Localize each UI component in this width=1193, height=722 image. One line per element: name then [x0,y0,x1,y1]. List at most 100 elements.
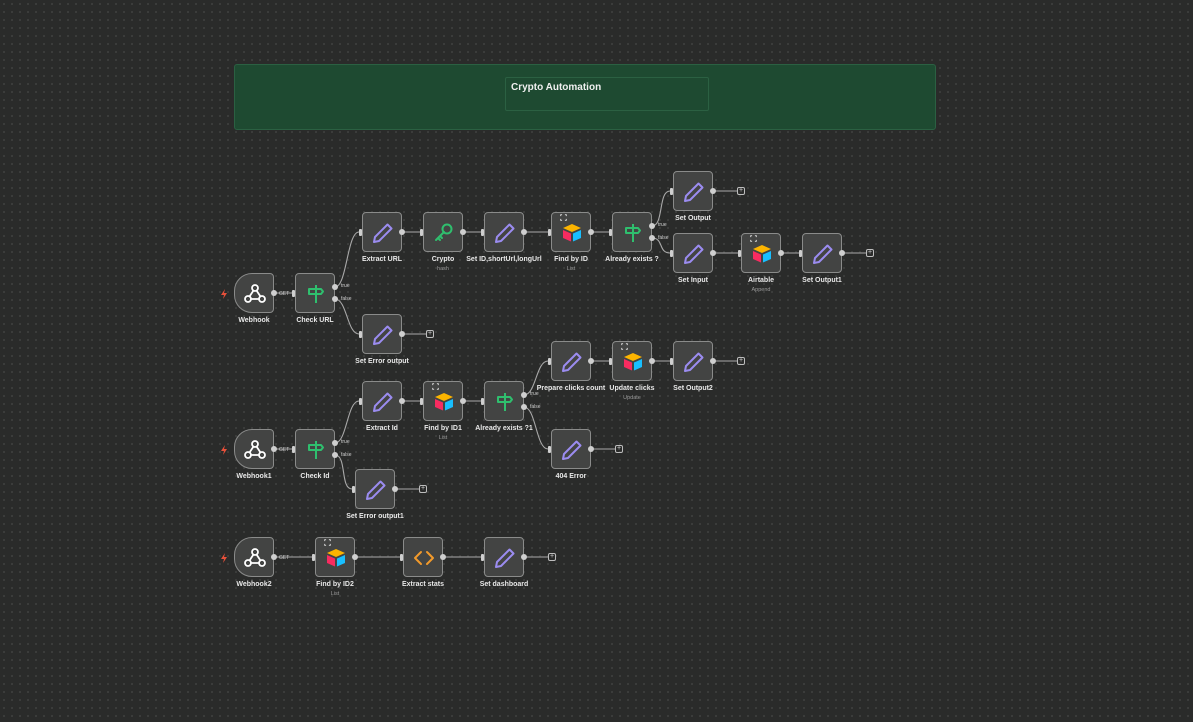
output-port-false[interactable] [332,296,338,302]
input-port[interactable] [359,331,362,338]
output-port[interactable] [399,229,405,235]
node-find-by-id2[interactable] [315,537,355,577]
input-port[interactable] [420,398,423,405]
input-port[interactable] [359,229,362,236]
input-port[interactable] [609,229,612,236]
node-error-404[interactable] [551,429,591,469]
input-port[interactable] [738,250,741,257]
node-check-id[interactable] [295,429,335,469]
false-branch-label: false [658,235,669,241]
output-port-false[interactable] [521,404,527,410]
output-port[interactable] [710,250,716,256]
input-port[interactable] [799,250,802,257]
output-port[interactable] [399,331,405,337]
node-webhook1[interactable] [234,429,274,469]
node-find-by-id[interactable] [551,212,591,252]
output-port[interactable] [588,358,594,364]
node-set-output1[interactable] [802,233,842,273]
sticky-note[interactable]: Crypto Automation [234,64,936,130]
input-port[interactable] [312,554,315,561]
input-port[interactable] [670,188,673,195]
output-port-true[interactable] [521,392,527,398]
output-port[interactable] [271,554,277,560]
add-node-button[interactable]: + [866,249,874,257]
add-node-button[interactable]: + [615,445,623,453]
input-port[interactable] [481,229,484,236]
input-port[interactable] [548,229,551,236]
output-port-true[interactable] [649,223,655,229]
node-update-clicks[interactable] [612,341,652,381]
sticky-note-title: Crypto Automation [511,82,602,93]
input-port[interactable] [352,486,355,493]
input-port[interactable] [400,554,403,561]
input-port[interactable] [670,358,673,365]
output-port[interactable] [271,290,277,296]
if-icon [308,285,324,303]
node-label: Set Output2 [673,385,713,392]
connection-line[interactable] [334,400,360,444]
output-port[interactable] [710,188,716,194]
input-port[interactable] [548,446,551,453]
add-node-button[interactable]: + [737,357,745,365]
airtable-icon [563,224,581,242]
node-set-output[interactable] [673,171,713,211]
output-port[interactable] [440,554,446,560]
output-port[interactable] [460,229,466,235]
node-extract-stats[interactable] [403,537,443,577]
node-airtable[interactable] [741,233,781,273]
output-port-true[interactable] [332,440,338,446]
node-find-by-id1[interactable] [423,381,463,421]
output-port-false[interactable] [649,235,655,241]
node-set-error1[interactable] [355,469,395,509]
input-port[interactable] [420,229,423,236]
output-port[interactable] [521,229,527,235]
connection-line[interactable] [334,454,353,490]
output-port[interactable] [778,250,784,256]
workflow-canvas[interactable]: Crypto Automation Webhook Check URL true fa… [0,0,1193,722]
node-set-error[interactable] [362,314,402,354]
output-port[interactable] [649,358,655,364]
node-set-input[interactable] [673,233,713,273]
input-port[interactable] [548,358,551,365]
true-branch-label: true [658,222,667,228]
subworkflow-icon [621,343,628,350]
input-port[interactable] [670,250,673,257]
node-webhook[interactable] [234,273,274,313]
output-port[interactable] [271,446,277,452]
output-port[interactable] [392,486,398,492]
node-subtitle: Append [751,287,771,293]
node-crypto[interactable] [423,212,463,252]
output-port[interactable] [399,398,405,404]
node-subtitle: List [438,435,448,441]
input-port[interactable] [609,358,612,365]
node-check-url[interactable] [295,273,335,313]
pencil-icon [373,223,393,243]
output-port[interactable] [588,446,594,452]
add-node-button[interactable]: + [548,553,556,561]
output-port-false[interactable] [332,452,338,458]
node-set-dashboard[interactable] [484,537,524,577]
node-extract-url[interactable] [362,212,402,252]
output-port[interactable] [710,358,716,364]
node-set-id[interactable] [484,212,524,252]
node-webhook2[interactable] [234,537,274,577]
webhook-icon [244,440,266,459]
node-prepare-clicks[interactable] [551,341,591,381]
input-port[interactable] [481,554,484,561]
add-node-button[interactable]: + [419,485,427,493]
trigger-bolt-icon [221,553,227,563]
node-extract-id[interactable] [362,381,402,421]
output-port[interactable] [521,554,527,560]
output-port[interactable] [839,250,845,256]
add-node-button[interactable]: + [737,187,745,195]
output-port[interactable] [352,554,358,560]
output-port[interactable] [460,398,466,404]
output-port[interactable] [588,229,594,235]
add-node-button[interactable]: + [426,330,434,338]
input-port[interactable] [359,398,362,405]
input-port[interactable] [481,398,484,405]
output-port-true[interactable] [332,284,338,290]
input-port[interactable] [292,446,295,453]
node-set-output2[interactable] [673,341,713,381]
input-port[interactable] [292,290,295,297]
